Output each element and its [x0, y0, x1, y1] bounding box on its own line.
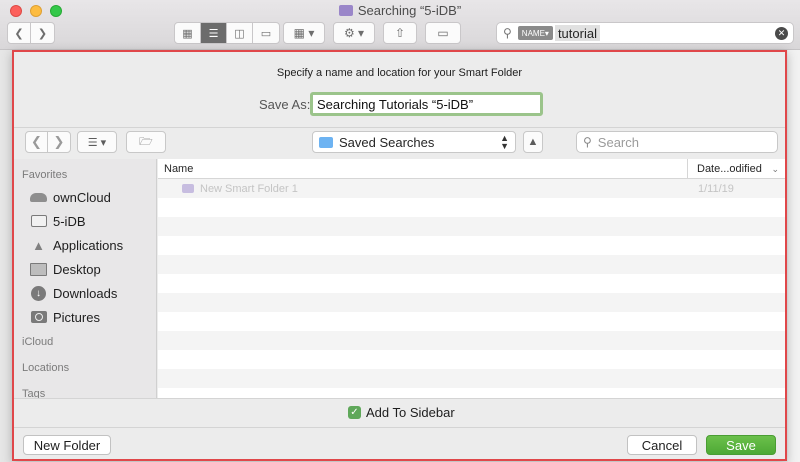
file-rows: New Smart Folder 1 1/11/19	[158, 179, 785, 398]
table-row	[158, 236, 785, 255]
sheet-toolbar: ❮ ❯ ☰ ▾ 🗁 Saved Searches ▲ ▼ ▲ ⚲ Search	[14, 127, 785, 161]
new-folder-toolbar-button[interactable]: 🗁	[126, 131, 166, 153]
tag-icon: ▭	[437, 26, 449, 40]
cloud-icon	[30, 190, 47, 205]
table-row: New Smart Folder 1 1/11/19	[158, 179, 785, 198]
group-button[interactable]: ▦ ▾	[283, 22, 325, 44]
sheet-sidebar: Favorites ownCloud 5-iDB ▲ Applications …	[14, 159, 157, 398]
search-icon: ⚲	[503, 26, 512, 40]
search-token[interactable]: NAME ▾	[517, 26, 553, 40]
table-row	[158, 312, 785, 331]
forward-arrow-icon[interactable]: ❯	[48, 132, 70, 152]
name-column-header[interactable]: Name	[158, 159, 688, 178]
finder-content-behind	[788, 50, 800, 462]
table-row	[158, 274, 785, 293]
back-arrow-icon[interactable]: ❮	[8, 23, 31, 43]
view-mode-segment[interactable]: ▦ ☰ ◫ ▭	[174, 22, 280, 44]
finder-sidebar-behind	[0, 50, 12, 462]
sidebar-item-pictures[interactable]: Pictures	[14, 305, 156, 329]
list-view-icon[interactable]: ☰	[201, 23, 227, 43]
clear-search-icon[interactable]: ✕	[775, 27, 788, 40]
table-row	[158, 293, 785, 312]
table-row	[158, 369, 785, 388]
table-row	[158, 388, 785, 398]
sidebar-item-5-idb[interactable]: 5-iDB	[14, 209, 156, 233]
cancel-button[interactable]: Cancel	[627, 435, 697, 455]
smart-folder-icon	[338, 5, 353, 16]
date-column-header[interactable]: Date...odified ⌄	[688, 159, 785, 178]
applications-icon: ▲	[32, 237, 45, 253]
sidebar-item-desktop[interactable]: Desktop	[14, 257, 156, 281]
action-button[interactable]: ⚙ ▾	[333, 22, 375, 44]
save-button[interactable]: Save	[706, 435, 776, 455]
sidebar-item-owncloud[interactable]: ownCloud	[14, 185, 156, 209]
window-title: Searching “5-iDB”	[0, 3, 800, 18]
table-row	[158, 255, 785, 274]
sheet-footer: ✓ Add To Sidebar New Folder Cancel Save	[14, 398, 785, 459]
add-to-sidebar-checkbox[interactable]: ✓ Add To Sidebar	[348, 405, 455, 420]
group-icon: ▦ ▾	[293, 26, 315, 40]
desktop-icon	[30, 262, 47, 277]
back-forward-buttons[interactable]: ❮ ❯	[7, 22, 55, 44]
finder-titlebar: Searching “5-iDB” ❮ ❯ ▦ ☰ ◫ ▭ ▦ ▾ ⚙ ▾ ⇧ …	[0, 0, 800, 50]
share-icon: ⇧	[394, 26, 406, 40]
downloads-icon: ↓	[30, 285, 47, 301]
checkmark-icon[interactable]: ✓	[348, 406, 361, 419]
folder-icon	[30, 214, 47, 229]
back-arrow-icon[interactable]: ❮	[26, 132, 48, 152]
finder-search-field[interactable]: ⚲ NAME ▾ tutorial ✕	[496, 22, 794, 44]
locations-header[interactable]: Locations	[14, 355, 156, 381]
save-as-label: Save As:	[259, 97, 311, 112]
updown-chevron-icon: ▲ ▼	[500, 133, 509, 151]
save-as-input[interactable]	[310, 92, 543, 116]
camera-icon	[30, 310, 47, 325]
location-popup[interactable]: Saved Searches ▲ ▼	[312, 131, 516, 153]
new-folder-button[interactable]: New Folder	[23, 435, 111, 455]
search-icon: ⚲	[583, 135, 592, 149]
tags-button[interactable]: ▭	[425, 22, 461, 44]
table-row	[158, 350, 785, 369]
file-list: Name Date...odified ⌄ New Smart Folder 1…	[158, 159, 785, 398]
forward-arrow-icon[interactable]: ❯	[31, 23, 54, 43]
folder-icon	[319, 136, 333, 148]
collapse-sheet-button[interactable]: ▲	[523, 131, 543, 153]
table-row	[158, 331, 785, 350]
sheet-search-field[interactable]: ⚲ Search	[576, 131, 778, 153]
column-view-icon[interactable]: ◫	[227, 23, 253, 43]
view-options-button[interactable]: ☰ ▾	[77, 131, 117, 153]
new-folder-icon: 🗁	[139, 135, 153, 148]
smart-folder-icon	[182, 184, 194, 193]
tags-header[interactable]: Tags	[14, 381, 156, 398]
search-value[interactable]: tutorial	[554, 25, 600, 41]
icon-view-icon[interactable]: ▦	[175, 23, 201, 43]
save-smart-folder-sheet: Specify a name and location for your Sma…	[12, 50, 787, 461]
icloud-header[interactable]: iCloud	[14, 329, 156, 355]
sheet-back-forward[interactable]: ❮ ❯	[25, 131, 71, 153]
table-row	[158, 217, 785, 236]
list-view-icon: ☰ ▾	[87, 136, 107, 149]
sidebar-item-downloads[interactable]: ↓ Downloads	[14, 281, 156, 305]
chevron-up-icon: ▲	[527, 136, 539, 148]
button-bar: New Folder Cancel Save	[14, 427, 785, 460]
gear-icon: ⚙ ▾	[343, 26, 365, 40]
share-button[interactable]: ⇧	[383, 22, 417, 44]
table-row	[158, 198, 785, 217]
file-list-header: Name Date...odified ⌄	[158, 159, 785, 179]
sidebar-item-applications[interactable]: ▲ Applications	[14, 233, 156, 257]
favorites-header: Favorites	[22, 169, 68, 181]
chevron-down-icon: ⌄	[771, 164, 779, 174]
gallery-view-icon[interactable]: ▭	[253, 23, 279, 43]
sheet-prompt: Specify a name and location for your Sma…	[276, 67, 523, 79]
